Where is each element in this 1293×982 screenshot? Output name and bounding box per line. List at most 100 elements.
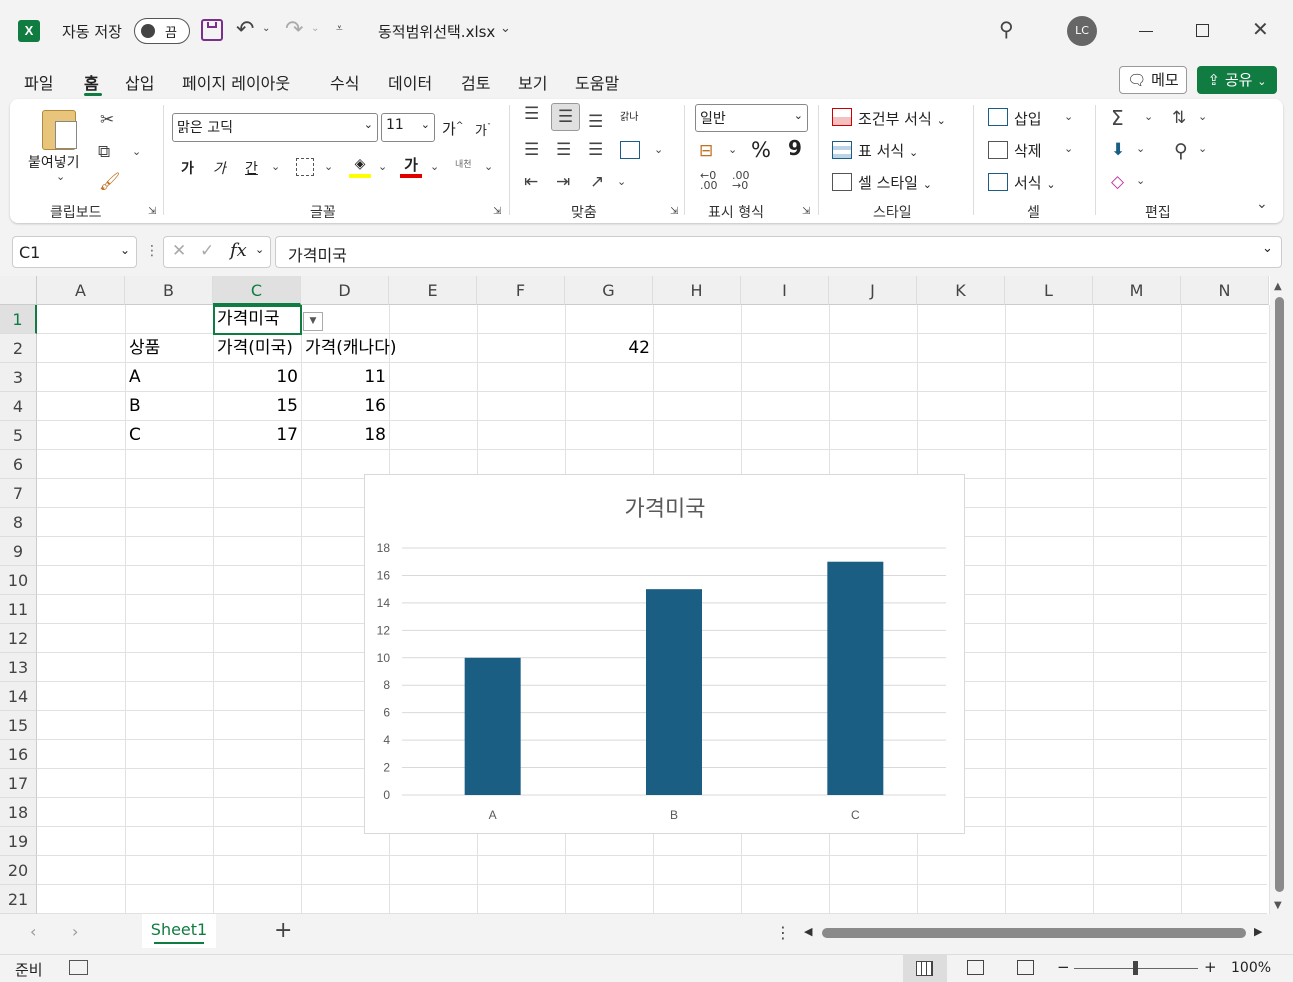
name-box[interactable]: C1 ⌄ xyxy=(12,236,137,268)
fill-icon[interactable]: ⬇ xyxy=(1111,140,1125,160)
fill-color-icon[interactable]: ◈ xyxy=(349,156,371,178)
zoom-in-icon[interactable]: + xyxy=(1204,958,1217,976)
increase-indent-icon[interactable]: ⇥ xyxy=(556,172,570,192)
row-header-2[interactable]: 2 xyxy=(0,334,37,363)
select-all-button[interactable] xyxy=(0,276,37,305)
column-header-j[interactable]: J xyxy=(829,276,917,305)
menu-file[interactable]: 파일 xyxy=(24,70,53,94)
zoom-slider-thumb[interactable] xyxy=(1133,961,1138,975)
decrease-decimal-icon[interactable]: .00 →0 xyxy=(732,170,750,191)
column-header-n[interactable]: N xyxy=(1181,276,1269,305)
underline-dropdown-icon[interactable]: ⌄ xyxy=(271,160,280,173)
clear-dropdown-icon[interactable]: ⌄ xyxy=(1136,174,1145,187)
paste-label[interactable]: 붙여넣기 xyxy=(28,152,80,172)
row-header-13[interactable]: 13 xyxy=(0,653,37,682)
column-header-b[interactable]: B xyxy=(125,276,213,305)
avatar[interactable]: LC xyxy=(1067,16,1097,46)
cell-d3[interactable]: 11 xyxy=(302,363,389,392)
row-header-15[interactable]: 15 xyxy=(0,711,37,740)
page-layout-view-icon[interactable] xyxy=(967,960,984,975)
tab-prev-icon[interactable]: ‹ xyxy=(30,922,36,941)
table-format-button[interactable]: 표 서식 ⌄ xyxy=(858,140,918,161)
insert-cells-button[interactable]: 삽입 xyxy=(1014,108,1042,129)
column-header-i[interactable]: I xyxy=(741,276,829,305)
cell-d2[interactable]: 가격(캐나다) xyxy=(302,334,396,363)
minimize-icon[interactable] xyxy=(1139,31,1153,32)
align-top-icon[interactable]: ☰ xyxy=(524,104,539,124)
zoom-out-icon[interactable]: − xyxy=(1057,958,1070,976)
maximize-icon[interactable] xyxy=(1196,24,1209,37)
menu-review[interactable]: 검토 xyxy=(461,70,490,94)
undo-icon[interactable]: ↶ xyxy=(236,19,254,41)
align-left-icon[interactable]: ☰ xyxy=(524,140,539,160)
formula-bar-grip-icon[interactable]: ⋮ xyxy=(145,243,159,259)
chart[interactable]: 가격미국 0 2 4 6 8 10 12 14 16 18 A B C xyxy=(364,474,965,834)
zoom-level[interactable]: 100% xyxy=(1231,960,1271,976)
horizontal-scroll-thumb[interactable] xyxy=(822,928,1246,938)
cell-d4[interactable]: 16 xyxy=(302,392,389,421)
underline-button[interactable]: 간 xyxy=(245,158,258,178)
undo-dropdown-icon[interactable]: ⌄ xyxy=(262,24,270,34)
find-dropdown-icon[interactable]: ⌄ xyxy=(1198,142,1207,155)
row-header-18[interactable]: 18 xyxy=(0,798,37,827)
row-header-17[interactable]: 17 xyxy=(0,769,37,798)
scroll-right-icon[interactable]: ▶ xyxy=(1254,925,1262,938)
insert-dropdown-icon[interactable]: ⌄ xyxy=(1064,110,1073,123)
close-icon[interactable]: ✕ xyxy=(1252,19,1269,39)
cell-b3[interactable]: A xyxy=(126,363,213,392)
number-format-select[interactable]: 일반 ⌄ xyxy=(695,104,808,132)
format-painter-icon[interactable]: 🖌 xyxy=(99,172,121,192)
validation-dropdown-button[interactable]: ▼ xyxy=(303,312,323,331)
merge-dropdown-icon[interactable]: ⌄ xyxy=(654,143,663,156)
sort-filter-icon[interactable]: ⇅ xyxy=(1172,108,1186,128)
clipboard-launcher-icon[interactable]: ⇲ xyxy=(148,206,156,217)
scroll-up-icon[interactable]: ▲ xyxy=(1274,281,1282,292)
row-header-10[interactable]: 10 xyxy=(0,566,37,595)
menu-formulas[interactable]: 수식 xyxy=(330,70,359,94)
column-header-g[interactable]: G xyxy=(565,276,653,305)
cell-c5[interactable]: 17 xyxy=(214,421,301,450)
column-header-e[interactable]: E xyxy=(389,276,477,305)
column-header-c[interactable]: C xyxy=(213,276,301,305)
accounting-dropdown-icon[interactable]: ⌄ xyxy=(728,143,737,156)
cell-style-button[interactable]: 셀 스타일 ⌄ xyxy=(858,172,932,193)
font-color-icon[interactable]: 가 xyxy=(400,154,422,178)
accessibility-icon[interactable] xyxy=(69,960,88,975)
borders-icon[interactable] xyxy=(296,158,314,176)
find-select-icon[interactable]: ⚲ xyxy=(1174,140,1188,162)
row-header-9[interactable]: 9 xyxy=(0,537,37,566)
row-header-21[interactable]: 21 xyxy=(0,885,37,914)
row-header-1[interactable]: 1 xyxy=(0,305,37,334)
row-header-3[interactable]: 3 xyxy=(0,363,37,392)
menu-data[interactable]: 데이터 xyxy=(388,70,432,94)
row-header-8[interactable]: 8 xyxy=(0,508,37,537)
menu-help[interactable]: 도움말 xyxy=(575,70,619,94)
filename-chevron-icon[interactable]: ⌄ xyxy=(500,22,511,35)
tab-options-icon[interactable]: ⋮ xyxy=(775,923,791,942)
column-header-l[interactable]: L xyxy=(1005,276,1093,305)
bold-button[interactable]: 가 xyxy=(181,158,194,178)
redo-dropdown-icon[interactable]: ⌄ xyxy=(311,24,319,34)
column-header-k[interactable]: K xyxy=(917,276,1005,305)
add-sheet-button[interactable]: + xyxy=(274,918,292,943)
page-break-view-icon[interactable] xyxy=(1017,960,1034,975)
alignment-launcher-icon[interactable]: ⇲ xyxy=(670,206,678,217)
align-bottom-icon[interactable]: ☰ xyxy=(588,112,603,132)
align-center-icon[interactable]: ☰ xyxy=(556,140,571,160)
row-header-11[interactable]: 11 xyxy=(0,595,37,624)
row-header-7[interactable]: 7 xyxy=(0,479,37,508)
column-header-h[interactable]: H xyxy=(653,276,741,305)
enter-icon[interactable]: ✓ xyxy=(200,241,214,261)
phonetic-dropdown-icon[interactable]: ⌄ xyxy=(484,160,493,173)
grow-font-button[interactable]: 가^ xyxy=(442,118,463,139)
vertical-scroll-thumb[interactable] xyxy=(1275,297,1284,892)
autosave-toggle[interactable]: 끔 xyxy=(134,18,190,44)
increase-decimal-icon[interactable]: ←0.00 xyxy=(700,170,718,191)
row-header-5[interactable]: 5 xyxy=(0,421,37,450)
file-name[interactable]: 동적범위선택.xlsx xyxy=(378,21,495,42)
tab-next-icon[interactable]: › xyxy=(72,922,78,941)
row-header-4[interactable]: 4 xyxy=(0,392,37,421)
conditional-format-button[interactable]: 조건부 서식 ⌄ xyxy=(858,108,946,129)
ribbon-collapse-icon[interactable]: ⌄ xyxy=(1256,196,1268,212)
share-button[interactable]: ⇪ 공유 ⌄ xyxy=(1197,66,1277,94)
